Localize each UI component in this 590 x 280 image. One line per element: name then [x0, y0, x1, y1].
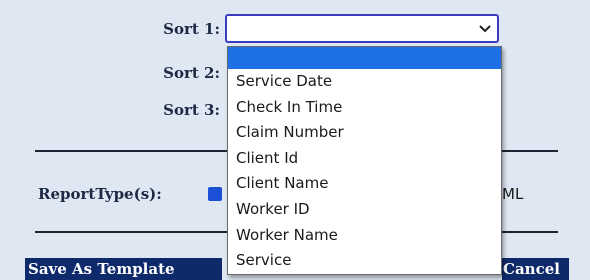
- sort2-label: Sort 2:: [163, 64, 220, 82]
- dropdown-option-client-name[interactable]: Client Name: [228, 171, 501, 197]
- dropdown-option-client-id[interactable]: Client Id: [228, 146, 501, 172]
- report-type-checkbox[interactable]: [208, 187, 222, 201]
- sort1-label: Sort 1:: [163, 20, 220, 38]
- dropdown-option-service[interactable]: Service: [228, 248, 501, 274]
- dropdown-option-claim-number[interactable]: Claim Number: [228, 120, 501, 146]
- dropdown-option-check-in-time[interactable]: Check In Time: [228, 95, 501, 121]
- sort1-select[interactable]: [225, 14, 499, 43]
- report-type-option-text: ML: [502, 185, 524, 203]
- dropdown-option-empty[interactable]: [228, 47, 501, 69]
- sort1-dropdown-list: Service Date Check In Time Claim Number …: [227, 46, 502, 275]
- dropdown-option-worker-name[interactable]: Worker Name: [228, 223, 501, 249]
- save-as-template-button[interactable]: Save As Template: [25, 258, 222, 280]
- report-type-label: ReportType(s):: [38, 185, 162, 203]
- dropdown-option-worker-id[interactable]: Worker ID: [228, 197, 501, 223]
- sort3-label: Sort 3:: [163, 101, 220, 119]
- chevron-down-icon: [479, 25, 491, 33]
- dropdown-option-service-date[interactable]: Service Date: [228, 69, 501, 95]
- cancel-button[interactable]: Cancel: [502, 258, 569, 280]
